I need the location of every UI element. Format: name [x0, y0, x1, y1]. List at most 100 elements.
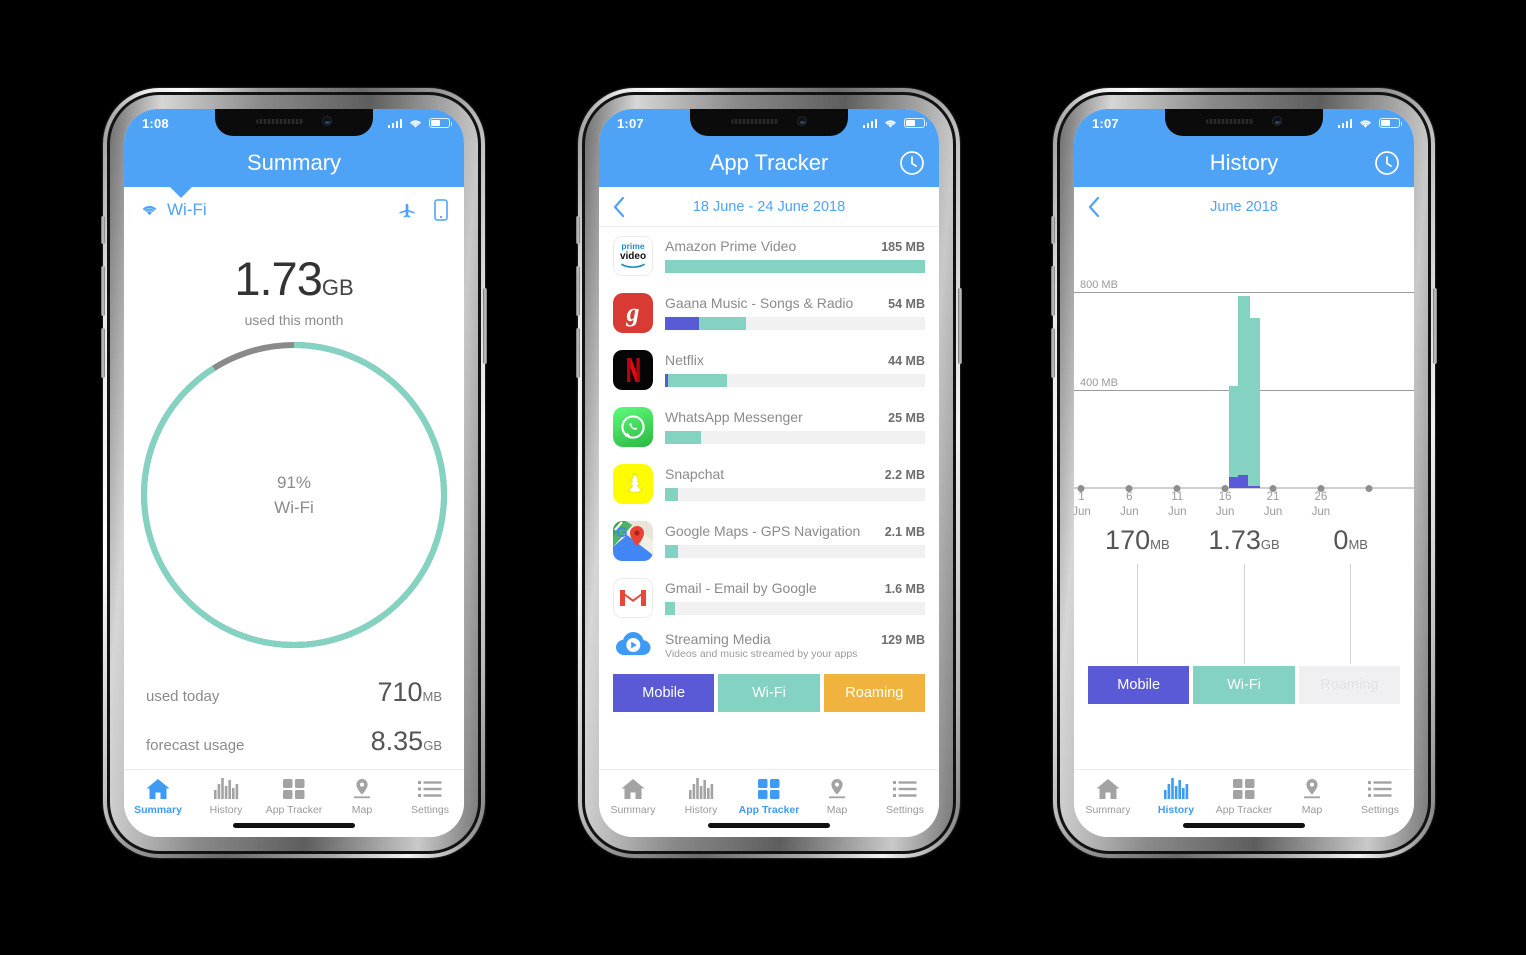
- app-usage-bar: [665, 545, 925, 558]
- usage-value: 1.73: [234, 252, 322, 305]
- app-row[interactable]: Gmail - Email by Google 1.6 MB: [599, 569, 939, 626]
- app-name: Google Maps - GPS Navigation: [665, 523, 861, 539]
- google-maps-icon: G: [613, 520, 653, 561]
- stat-value: 1.73: [1208, 525, 1261, 555]
- power-button[interactable]: [958, 288, 962, 364]
- tab-map[interactable]: Map: [1278, 778, 1346, 816]
- stat-stem: [1136, 564, 1138, 664]
- month-label[interactable]: June 2018: [1100, 199, 1388, 215]
- app-meta: WhatsApp Messenger 25 MB: [665, 409, 925, 444]
- page-title: App Tracker: [709, 150, 829, 175]
- app-name: Snapchat: [665, 466, 725, 482]
- phone-screen: 1:07 History June 2018 400 MB 800 MB 1 J…: [1074, 109, 1414, 837]
- home-indicator[interactable]: [708, 823, 830, 828]
- home-indicator[interactable]: [233, 823, 355, 828]
- tab-label: App Tracker: [265, 804, 323, 816]
- filter-wifi-button[interactable]: Wi-Fi: [718, 674, 820, 712]
- tab-map[interactable]: Map: [803, 778, 871, 816]
- history-bar-chart[interactable]: 400 MB 800 MB 1 Jun 6 Jun 11 Jun 16 Jun 21 Jun 26 Jun: [1074, 229, 1414, 519]
- y-tick-label: 400 MB: [1080, 376, 1118, 389]
- tab-settings[interactable]: Settings: [396, 778, 464, 816]
- tab-summary[interactable]: Summary: [1074, 778, 1142, 816]
- tab-history[interactable]: History: [192, 778, 260, 816]
- streaming-media-row[interactable]: Streaming Media 129 MB Videos and music …: [599, 626, 939, 670]
- app-meta: Google Maps - GPS Navigation 2.1 MB: [665, 523, 925, 558]
- app-name: Gmail - Email by Google: [665, 580, 817, 596]
- mobile-device-icon[interactable]: [434, 199, 448, 221]
- usage-unit: GB: [321, 275, 354, 300]
- filter-roaming-button[interactable]: Roaming: [823, 674, 925, 712]
- volume-down-button[interactable]: [1051, 328, 1055, 378]
- filter-mobile-button[interactable]: Mobile: [1088, 666, 1190, 704]
- wifi-share-donut[interactable]: 91% Wi-Fi: [139, 340, 449, 650]
- clock-icon[interactable]: [1374, 150, 1400, 176]
- tab-label: Summary: [610, 804, 656, 816]
- x-tick-label: 6 Jun: [1120, 490, 1139, 519]
- volume-down-button[interactable]: [576, 328, 580, 378]
- status-time: 1:07: [1092, 115, 1119, 131]
- mute-switch[interactable]: [576, 216, 580, 244]
- app-row[interactable]: Snapchat 2.2 MB: [599, 455, 939, 512]
- volume-up-button[interactable]: [576, 266, 580, 316]
- app-title-bar: History: [1074, 139, 1414, 187]
- tab-app-tracker[interactable]: App Tracker: [260, 778, 328, 816]
- chart-bar[interactable]: [1247, 317, 1260, 488]
- history-stats: 170MB 1.73GB 0MB: [1074, 525, 1414, 664]
- filter-wifi-button[interactable]: Wi-Fi: [1193, 666, 1295, 704]
- grid-icon: [283, 779, 305, 799]
- tab-app-tracker[interactable]: App Tracker: [1210, 778, 1278, 816]
- signal-icon: [387, 118, 402, 128]
- volume-up-button[interactable]: [1051, 266, 1055, 316]
- app-row[interactable]: WhatsApp Messenger 25 MB: [599, 398, 939, 455]
- app-row[interactable]: G Google Maps - GPS Navigation 2.1 MB: [599, 512, 939, 569]
- x-axis-dot: [1365, 485, 1373, 492]
- app-size: 2.1 MB: [884, 525, 925, 539]
- stat-unit: MB: [422, 689, 443, 704]
- tab-app-tracker[interactable]: App Tracker: [735, 778, 803, 816]
- power-button[interactable]: [1433, 288, 1437, 364]
- home-icon: [621, 779, 645, 799]
- tab-settings[interactable]: Settings: [871, 778, 939, 816]
- app-row[interactable]: g Gaana Music - Songs & Radio 54 MB: [599, 284, 939, 341]
- monthly-usage: 1.73GB used this month: [124, 251, 464, 328]
- app-size: 2.2 MB: [884, 468, 925, 482]
- home-indicator[interactable]: [1183, 823, 1305, 828]
- tab-history[interactable]: History: [1142, 778, 1210, 816]
- speaker-grille: [731, 118, 779, 124]
- tab-label: Map: [1301, 804, 1323, 816]
- chevron-left-icon[interactable]: [1088, 197, 1100, 217]
- map-pin-icon: [354, 779, 370, 799]
- stat-row: forecast usage 8.35GB: [146, 717, 442, 766]
- clock-icon[interactable]: [899, 150, 925, 176]
- mute-switch[interactable]: [1051, 216, 1055, 244]
- app-row[interactable]: Netflix 44 MB: [599, 341, 939, 398]
- airplane-icon[interactable]: [396, 200, 418, 220]
- app-usage-bar: [665, 260, 925, 273]
- list-icon: [418, 781, 442, 797]
- wifi-icon: [885, 119, 896, 128]
- chevron-left-icon[interactable]: [613, 196, 625, 217]
- mute-switch[interactable]: [101, 216, 105, 244]
- volume-down-button[interactable]: [101, 328, 105, 378]
- network-label: Wi-Fi: [167, 200, 207, 219]
- app-title-bar: App Tracker: [599, 139, 939, 187]
- streaming-subtitle: Videos and music streamed by your apps: [665, 647, 858, 660]
- x-tick-label: 26 Jun: [1311, 490, 1331, 519]
- date-range-row: 18 June - 24 June 2018: [599, 187, 939, 227]
- tab-history[interactable]: History: [667, 778, 735, 816]
- tab-summary[interactable]: Summary: [124, 778, 192, 816]
- app-row[interactable]: prime video Amazon Prime Video 185 MB: [599, 227, 939, 284]
- tab-settings[interactable]: Settings: [1346, 778, 1414, 816]
- power-button[interactable]: [483, 288, 487, 364]
- tab-label: App Tracker: [1215, 804, 1273, 816]
- filter-roaming-button[interactable]: Roaming: [1298, 666, 1400, 704]
- tab-map[interactable]: Map: [328, 778, 396, 816]
- tab-summary[interactable]: Summary: [599, 778, 667, 816]
- date-range-label[interactable]: 18 June - 24 June 2018: [625, 199, 913, 215]
- filter-mobile-button[interactable]: Mobile: [613, 674, 715, 712]
- front-camera-icon: [797, 116, 807, 126]
- selected-tab-caret: [170, 187, 192, 198]
- app-size: 25 MB: [888, 411, 925, 425]
- volume-up-button[interactable]: [101, 266, 105, 316]
- filter-buttons: Mobile Wi-Fi Roaming: [599, 674, 939, 712]
